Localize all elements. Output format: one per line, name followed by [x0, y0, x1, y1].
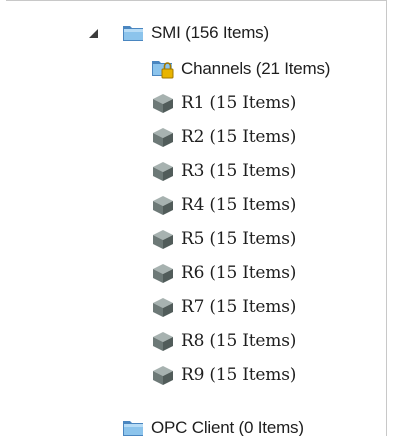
device-box-icon [149, 191, 177, 219]
tree-node-label: R1 (15 Items) [181, 93, 297, 113]
device-box-icon [149, 123, 177, 151]
tree-node-label: R5 (15 Items) [181, 229, 297, 249]
tree-node-label: R2 (15 Items) [181, 127, 297, 147]
tree-node-label: R8 (15 Items) [181, 331, 297, 351]
device-box-icon [149, 225, 177, 253]
device-box-icon [149, 259, 177, 287]
tree-node-label: SMI (156 Items) [151, 23, 269, 42]
tree-node-label: R9 (15 Items) [181, 365, 297, 385]
project-tree-view: SMI (156 Items) Channels (21 Items) R1 (… [0, 0, 396, 436]
tree-node-r6[interactable]: R6 (15 Items) [149, 259, 296, 287]
tree-node-smi[interactable]: SMI (156 Items) [119, 19, 269, 47]
device-box-icon [149, 157, 177, 185]
tree-node-label: R4 (15 Items) [181, 195, 297, 215]
device-box-icon [149, 361, 177, 389]
device-box-icon [149, 89, 177, 117]
tree-node-opc-client[interactable]: OPC Client (0 Items) [119, 414, 304, 436]
tree-node-r1[interactable]: R1 (15 Items) [149, 89, 296, 117]
device-box-icon [149, 327, 177, 355]
collapse-arrow-icon[interactable] [86, 26, 100, 40]
tree-node-r5[interactable]: R5 (15 Items) [149, 225, 296, 253]
tree-node-r3[interactable]: R3 (15 Items) [149, 157, 296, 185]
tree-node-r4[interactable]: R4 (15 Items) [149, 191, 296, 219]
locked-folder-icon [149, 55, 177, 83]
tree-node-r9[interactable]: R9 (15 Items) [149, 361, 296, 389]
tree-node-r7[interactable]: R7 (15 Items) [149, 293, 296, 321]
folder-icon [119, 414, 147, 436]
top-border [6, 0, 386, 1]
tree-node-label: R6 (15 Items) [181, 263, 297, 283]
tree-node-r2[interactable]: R2 (15 Items) [149, 123, 296, 151]
folder-icon [119, 19, 147, 47]
device-box-icon [149, 293, 177, 321]
tree-node-label: R3 (15 Items) [181, 161, 297, 181]
tree-node-label: OPC Client (0 Items) [151, 418, 304, 436]
tree-node-r8[interactable]: R8 (15 Items) [149, 327, 296, 355]
tree-node-channels[interactable]: Channels (21 Items) [149, 55, 330, 83]
tree-node-label: Channels (21 Items) [181, 59, 331, 78]
right-border [386, 0, 387, 436]
tree-node-label: R7 (15 Items) [181, 297, 297, 317]
